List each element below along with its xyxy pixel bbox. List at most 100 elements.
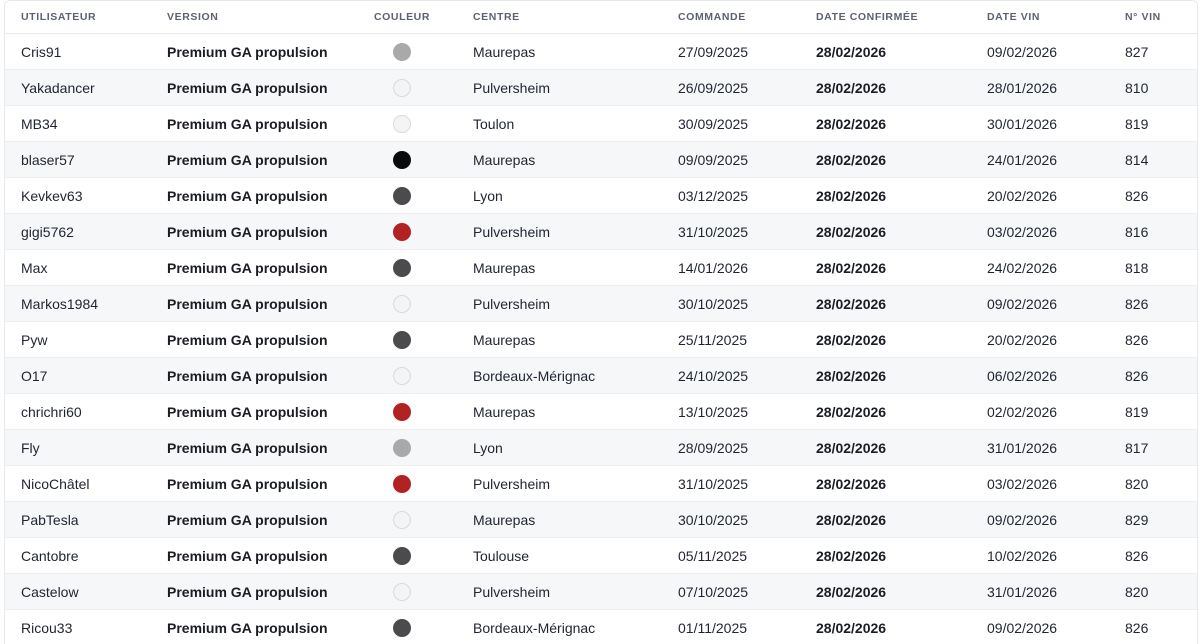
- cell-version: Premium GA propulsion: [151, 358, 347, 394]
- cell-centre: Lyon: [457, 430, 662, 466]
- cell-date-vin: 09/02/2026: [971, 286, 1109, 322]
- cell-centre: Maurepas: [457, 250, 662, 286]
- cell-couleur: [347, 70, 457, 106]
- cell-utilisateur: Max: [5, 250, 151, 286]
- cell-num-vin: 827: [1109, 34, 1197, 70]
- cell-date-confirmee: 28/02/2026: [800, 358, 971, 394]
- cell-date-vin: 03/02/2026: [971, 214, 1109, 250]
- table-row[interactable]: Cris91Premium GA propulsionMaurepas27/09…: [5, 34, 1197, 70]
- table-row[interactable]: blaser57Premium GA propulsionMaurepas09/…: [5, 142, 1197, 178]
- table-row[interactable]: FlyPremium GA propulsionLyon28/09/202528…: [5, 430, 1197, 466]
- cell-centre: Maurepas: [457, 322, 662, 358]
- col-header-date-vin[interactable]: DATE VIN: [971, 1, 1109, 34]
- col-header-date-confirmee[interactable]: DATE CONFIRMÉE: [800, 1, 971, 34]
- cell-couleur: [347, 34, 457, 70]
- cell-date-confirmee: 28/02/2026: [800, 610, 971, 644]
- cell-version: Premium GA propulsion: [151, 394, 347, 430]
- cell-date-confirmee: 28/02/2026: [800, 466, 971, 502]
- cell-num-vin: 826: [1109, 178, 1197, 214]
- cell-centre: Bordeaux-Mérignac: [457, 610, 662, 644]
- color-swatch-rouge: [393, 403, 411, 421]
- table-row[interactable]: MB34Premium GA propulsionToulon30/09/202…: [5, 106, 1197, 142]
- cell-version: Premium GA propulsion: [151, 214, 347, 250]
- cell-date-vin: 09/02/2026: [971, 502, 1109, 538]
- cell-couleur: [347, 322, 457, 358]
- cell-num-vin: 826: [1109, 286, 1197, 322]
- table-row[interactable]: Markos1984Premium GA propulsionPulvershe…: [5, 286, 1197, 322]
- cell-couleur: [347, 502, 457, 538]
- table-row[interactable]: YakadancerPremium GA propulsionPulvershe…: [5, 70, 1197, 106]
- col-header-utilisateur[interactable]: UTILISATEUR: [5, 1, 151, 34]
- cell-commande: 30/10/2025: [662, 502, 800, 538]
- table-row[interactable]: O17Premium GA propulsionBordeaux-Mérigna…: [5, 358, 1197, 394]
- cell-commande: 24/10/2025: [662, 358, 800, 394]
- cell-utilisateur: O17: [5, 358, 151, 394]
- table-row[interactable]: gigi5762Premium GA propulsionPulversheim…: [5, 214, 1197, 250]
- color-swatch-gris: [393, 187, 411, 205]
- cell-version: Premium GA propulsion: [151, 250, 347, 286]
- cell-commande: 30/09/2025: [662, 106, 800, 142]
- cell-date-vin: 09/02/2026: [971, 610, 1109, 644]
- cell-num-vin: 829: [1109, 502, 1197, 538]
- cell-date-confirmee: 28/02/2026: [800, 70, 971, 106]
- cell-utilisateur: Markos1984: [5, 286, 151, 322]
- cell-version: Premium GA propulsion: [151, 610, 347, 644]
- cell-couleur: [347, 394, 457, 430]
- table-row[interactable]: chrichri60Premium GA propulsionMaurepas1…: [5, 394, 1197, 430]
- cell-centre: Maurepas: [457, 34, 662, 70]
- cell-centre: Pulversheim: [457, 70, 662, 106]
- table-row[interactable]: Kevkev63Premium GA propulsionLyon03/12/2…: [5, 178, 1197, 214]
- cell-num-vin: 820: [1109, 466, 1197, 502]
- table-row[interactable]: CantobrePremium GA propulsionToulouse05/…: [5, 538, 1197, 574]
- color-swatch-rouge: [393, 475, 411, 493]
- cell-date-vin: 20/02/2026: [971, 178, 1109, 214]
- cell-num-vin: 819: [1109, 106, 1197, 142]
- cell-utilisateur: blaser57: [5, 142, 151, 178]
- cell-date-vin: 09/02/2026: [971, 34, 1109, 70]
- cell-version: Premium GA propulsion: [151, 106, 347, 142]
- col-header-commande[interactable]: COMMANDE: [662, 1, 800, 34]
- color-swatch-blanc: [393, 295, 411, 313]
- table-row[interactable]: NicoChâtelPremium GA propulsionPulvershe…: [5, 466, 1197, 502]
- cell-date-vin: 10/02/2026: [971, 538, 1109, 574]
- cell-centre: Maurepas: [457, 142, 662, 178]
- cell-num-vin: 816: [1109, 214, 1197, 250]
- cell-date-vin: 02/02/2026: [971, 394, 1109, 430]
- cell-utilisateur: gigi5762: [5, 214, 151, 250]
- color-swatch-gris: [393, 259, 411, 277]
- table-header: UTILISATEUR VERSION COULEUR CENTRE COMMA…: [5, 1, 1197, 34]
- cell-version: Premium GA propulsion: [151, 574, 347, 610]
- table-row[interactable]: Ricou33Premium GA propulsionBordeaux-Mér…: [5, 610, 1197, 644]
- cell-centre: Maurepas: [457, 502, 662, 538]
- cell-date-vin: 24/01/2026: [971, 142, 1109, 178]
- cell-centre: Pulversheim: [457, 286, 662, 322]
- table-row[interactable]: PabTeslaPremium GA propulsionMaurepas30/…: [5, 502, 1197, 538]
- table-row[interactable]: PywPremium GA propulsionMaurepas25/11/20…: [5, 322, 1197, 358]
- cell-commande: 07/10/2025: [662, 574, 800, 610]
- cell-couleur: [347, 250, 457, 286]
- cell-commande: 03/12/2025: [662, 178, 800, 214]
- cell-centre: Maurepas: [457, 394, 662, 430]
- col-header-centre[interactable]: CENTRE: [457, 1, 662, 34]
- cell-commande: 05/11/2025: [662, 538, 800, 574]
- cell-couleur: [347, 106, 457, 142]
- table-row[interactable]: CastelowPremium GA propulsionPulversheim…: [5, 574, 1197, 610]
- cell-num-vin: 826: [1109, 358, 1197, 394]
- cell-date-vin: 03/02/2026: [971, 466, 1109, 502]
- cell-version: Premium GA propulsion: [151, 70, 347, 106]
- cell-date-confirmee: 28/02/2026: [800, 394, 971, 430]
- cell-commande: 14/01/2026: [662, 250, 800, 286]
- col-header-num-vin[interactable]: N° VIN: [1109, 1, 1197, 34]
- cell-date-vin: 20/02/2026: [971, 322, 1109, 358]
- table-row[interactable]: MaxPremium GA propulsion Maurepas14/01/20…: [5, 250, 1197, 286]
- cell-num-vin: 817: [1109, 430, 1197, 466]
- color-swatch-gris: [393, 619, 411, 637]
- cell-date-vin: 31/01/2026: [971, 574, 1109, 610]
- col-header-version[interactable]: VERSION: [151, 1, 347, 34]
- cell-utilisateur: NicoChâtel: [5, 466, 151, 502]
- cell-version: Premium GA propulsion: [151, 34, 347, 70]
- cell-commande: 01/11/2025: [662, 610, 800, 644]
- color-swatch-argent: [393, 439, 411, 457]
- col-header-couleur[interactable]: COULEUR: [347, 1, 457, 34]
- cell-couleur: [347, 466, 457, 502]
